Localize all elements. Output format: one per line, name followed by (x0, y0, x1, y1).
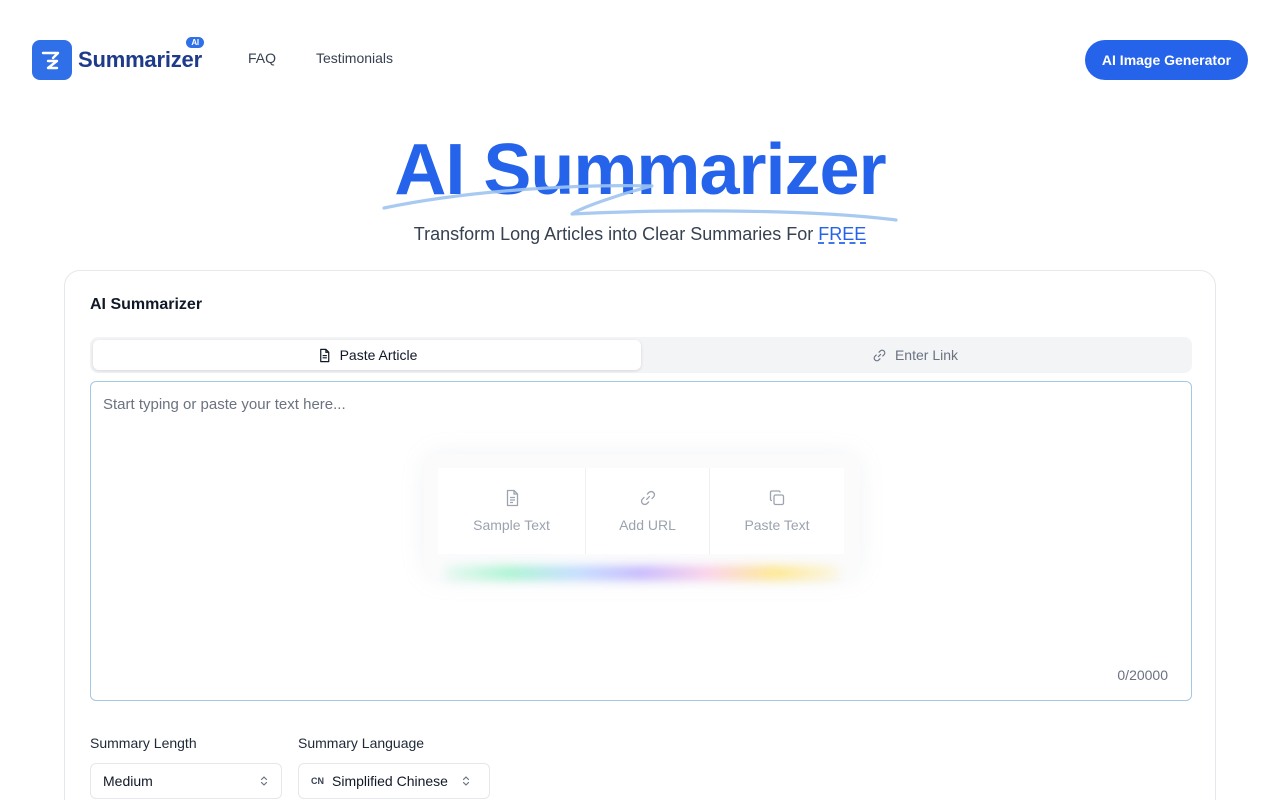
tab-enter-link[interactable]: Enter Link (641, 340, 1189, 370)
summary-language-select[interactable]: CN Simplified Chinese (298, 763, 490, 799)
character-counter: 0/20000 (1117, 667, 1168, 683)
nav-testimonials[interactable]: Testimonials (316, 50, 393, 66)
input-mode-tabs: Paste Article Enter Link (90, 337, 1192, 373)
summary-language-label: Summary Language (298, 735, 425, 751)
ai-badge: AI (186, 37, 204, 48)
free-link[interactable]: FREE (818, 224, 866, 244)
hero-underline-swoosh (382, 184, 898, 222)
quick-action-label: Paste Text (744, 517, 810, 533)
card-title: AI Summarizer (90, 296, 203, 313)
tab-paste-article[interactable]: Paste Article (93, 340, 641, 370)
tab-label: Paste Article (339, 347, 418, 363)
link-icon (640, 490, 655, 506)
document-icon (319, 348, 329, 362)
chevron-up-down-icon (462, 776, 470, 786)
ai-image-generator-button[interactable]: AI Image Generator (1085, 40, 1248, 80)
quick-action-label: Add URL (619, 517, 676, 533)
logo[interactable]: Summarizer AI (32, 37, 204, 80)
paste-text-button[interactable]: Paste Text (710, 468, 844, 554)
logo-text: Summarizer AI (78, 37, 204, 72)
link-icon (873, 349, 886, 361)
chevron-up-down-icon (260, 776, 268, 786)
copy-icon (769, 490, 785, 506)
summary-language-value: Simplified Chinese (332, 773, 448, 789)
rainbow-glow (444, 566, 840, 580)
quick-action-label: Sample Text (473, 517, 550, 533)
add-url-button[interactable]: Add URL (586, 468, 710, 554)
nav-faq[interactable]: FAQ (248, 50, 276, 66)
summary-length-label: Summary Length (90, 735, 197, 751)
quick-actions: Sample Text Add URL Paste Text (438, 468, 844, 554)
summary-length-value: Medium (103, 773, 153, 789)
summary-length-select[interactable]: Medium (90, 763, 282, 799)
main-nav: FAQ Testimonials (248, 50, 393, 66)
article-editor: Sample Text Add URL Paste Text (90, 381, 1192, 701)
sample-text-button[interactable]: Sample Text (438, 468, 586, 554)
hero-subtitle: Transform Long Articles into Clear Summa… (413, 224, 867, 244)
logo-icon (32, 40, 72, 80)
cn-flag-icon: CN (311, 776, 324, 786)
file-text-icon (506, 489, 518, 507)
quick-actions-panel: Sample Text Add URL Paste Text (424, 454, 860, 580)
site-header: Summarizer AI FAQ Testimonials AI Image … (0, 0, 1280, 120)
summarizer-card: AI Summarizer Paste Article Enter Link S… (64, 270, 1216, 800)
tab-label: Enter Link (894, 347, 959, 363)
